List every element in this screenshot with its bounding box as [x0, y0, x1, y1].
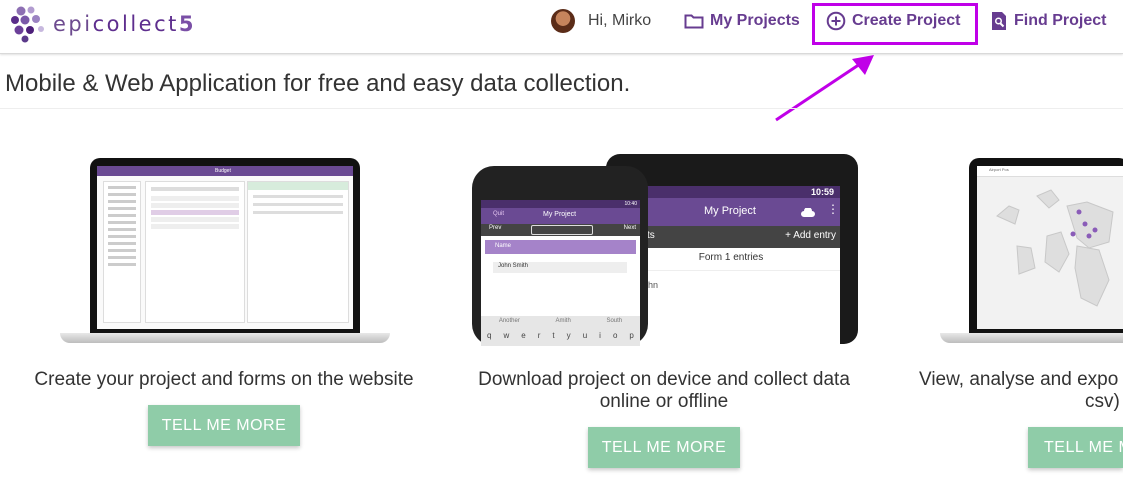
tablet-app-title: My Project [704, 205, 756, 217]
card-2-text-line-1: Download project on device and collect d… [478, 369, 850, 390]
phone-field-label-bar: Name [485, 240, 636, 254]
phone-statusbar: 10:40 [481, 200, 640, 208]
phone-nav-bar: Prev Next [481, 224, 640, 236]
divider [0, 108, 1123, 109]
epicollect-logo-icon [11, 6, 44, 43]
nav-my-projects[interactable]: My Projects [684, 9, 800, 33]
annotation-arrow-icon [775, 55, 874, 122]
cloud-upload-icon [801, 208, 815, 217]
phone-statusbar-time: 10:40 [624, 201, 637, 207]
keyboard-key[interactable]: w [503, 331, 509, 340]
laptop-app-title: Budget [215, 168, 231, 174]
tablet-screen: 10:59 My Project ⋮ cts + Add entry Form … [622, 186, 840, 344]
keyboard-key[interactable]: o [613, 331, 617, 340]
tell-me-more-button-3[interactable]: TELL ME M [1028, 427, 1123, 468]
laptop-3-app-title: Airport Pos [989, 167, 1009, 172]
keyboard-key[interactable]: y [567, 331, 571, 340]
laptop-3-map: Airport Pos [977, 166, 1123, 329]
tell-me-more-button-2[interactable]: TELL ME MORE [588, 427, 740, 468]
highlight-box [812, 3, 978, 45]
card-2-text-line-2: online or offline [599, 391, 729, 412]
brand-prefix: epi [53, 12, 93, 36]
page-tagline: Mobile & Web Application for free and ea… [5, 70, 631, 97]
keyboard-key[interactable]: p [629, 331, 633, 340]
phone-field-label: Name [495, 243, 512, 249]
phone-quit-button[interactable]: Quit [493, 211, 504, 217]
keyboard-suggestion[interactable]: Another [499, 318, 520, 324]
tablet-add-entry-button[interactable]: + Add entry [785, 230, 836, 241]
laptop-form-panel [145, 181, 245, 323]
phone-field-input[interactable]: John Smith [493, 262, 627, 273]
keyboard-key[interactable]: i [599, 331, 601, 340]
nav-my-projects-label: My Projects [710, 12, 800, 29]
user-menu[interactable]: Hi, Mirko [551, 9, 651, 33]
folder-icon [684, 14, 704, 29]
tablet-form-entries: Form 1 entries [698, 252, 764, 263]
more-vert-icon[interactable]: ⋮ [827, 202, 839, 216]
phone-field-value: John Smith [498, 263, 529, 269]
brand-middle: collect [92, 12, 179, 36]
nav-find-project-label: Find Project [1014, 12, 1107, 29]
card-3-text-line-2: csv) [1085, 391, 1120, 412]
avatar [551, 9, 575, 33]
brand-suffix: 5 [178, 12, 196, 36]
keyboard-key[interactable]: q [487, 331, 491, 340]
nav-find-project[interactable]: Find Project [990, 9, 1106, 33]
phone-progress-field [531, 225, 593, 235]
card-1-text: Create your project and forms on the web… [34, 369, 414, 390]
tablet-statusbar: 10:59 [622, 186, 840, 198]
phone-app-bar: Quit My Project [481, 208, 640, 224]
keyboard-key[interactable]: t [552, 331, 554, 340]
laptop-3-base [940, 333, 1123, 343]
phone-next-button[interactable]: Next [624, 225, 636, 231]
laptop-properties-panel [247, 181, 349, 323]
card-2-text: Download project on device and collect d… [448, 369, 880, 413]
keyboard-key[interactable]: r [538, 331, 541, 340]
phone-app-title: My Project [543, 211, 577, 218]
laptop-screen-content: Budget [97, 166, 353, 329]
keyboard-key[interactable]: u [583, 331, 587, 340]
keyboard-key[interactable]: e [521, 331, 525, 340]
keyboard-suggestion[interactable]: South [606, 318, 622, 324]
europe-map-icon [996, 189, 1114, 307]
tablet-app-bar: My Project ⋮ [622, 198, 840, 226]
keyboard-suggestion[interactable]: Amith [555, 318, 570, 324]
tablet-entry-row[interactable]: hn [648, 280, 658, 290]
phone-keyboard: Another Amith South q w e r t y u i o p [481, 316, 640, 346]
tablet-toolbar: cts + Add entry [622, 226, 840, 248]
user-greeting: Hi, Mirko [588, 12, 652, 29]
search-document-icon [992, 12, 1006, 30]
brand-logo[interactable]: epicollect5 [11, 4, 196, 44]
laptop-sidebar [103, 181, 141, 323]
phone-screen: 10:40 Quit My Project Prev Next Name Joh… [481, 200, 640, 346]
laptop-app-bar: Budget [97, 166, 353, 176]
tablet-statusbar-time: 10:59 [810, 187, 834, 197]
tell-me-more-button-1[interactable]: TELL ME MORE [148, 405, 300, 446]
laptop-base [60, 333, 390, 343]
phone-prev-button[interactable]: Prev [489, 225, 501, 231]
card-3-text-line-1: View, analyse and expo [919, 369, 1119, 390]
card-3-text: View, analyse and expo csv) [919, 369, 1123, 413]
brand-name: epicollect5 [53, 12, 196, 36]
